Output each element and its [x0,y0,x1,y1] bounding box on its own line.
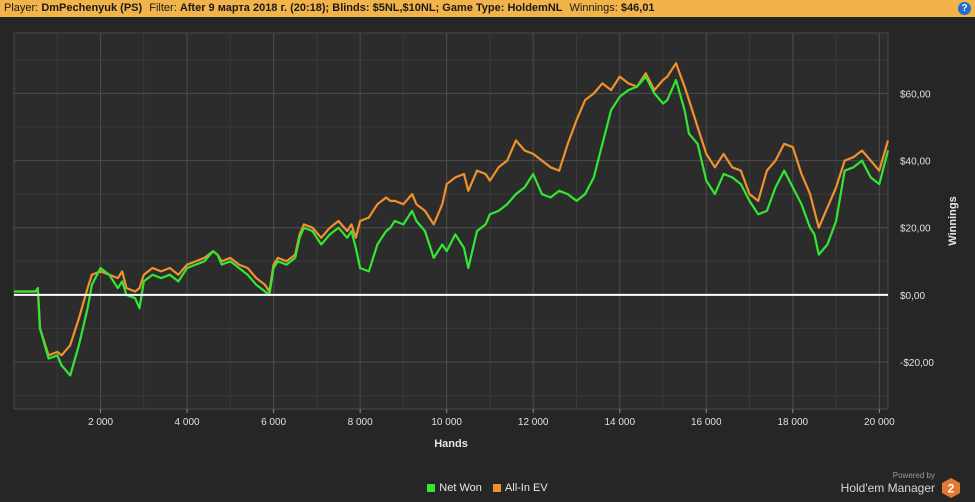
y-tick-label: -$20,00 [900,358,934,369]
filter-value: After 9 марта 2018 г. (20:18); Blinds: $… [179,2,563,14]
x-tick-label: 6 000 [261,417,286,428]
y-tick-label: $60,00 [900,89,931,100]
y-tick-label: $40,00 [900,157,931,168]
x-tick-label: 12 000 [518,417,549,428]
winnings-value: $46,01 [620,2,655,14]
player-label: Player: [4,2,39,14]
x-tick-label: 10 000 [431,417,462,428]
legend-swatch-all-in-ev [492,484,501,492]
filter-label: Filter: [149,2,177,14]
filter-bar: Player: DmPechenyuk (PS) Filter: After 9… [0,0,975,17]
x-tick-label: 16 000 [691,417,722,428]
x-tick-label: 20 000 [864,417,895,428]
x-tick-label: 2 000 [88,417,113,428]
logo-text: 2 [948,482,955,496]
x-axis-title: Hands [434,438,468,450]
winnings-chart: 2 000 4 000 6 000 8 000 10 000 12 000 14 000 16… [13,32,959,450]
brand-name: Hold'em Manager [840,481,935,495]
chart-legend: Net Won All-In EV [0,482,975,494]
legend-swatch-net-won [427,484,436,492]
legend-item-net-won[interactable]: Net Won [427,482,482,494]
legend-label-net-won: Net Won [439,482,482,494]
winnings-label: Winnings: [569,2,618,14]
x-tick-label: 8 000 [348,417,373,428]
x-tick-label: 4 000 [175,417,200,428]
hm2-logo-icon: 2 [942,478,960,498]
powered-by-text: Powered by [892,471,935,480]
y-tick-label: $0,00 [900,291,925,302]
legend-label-all-in-ev: All-In EV [504,482,548,494]
legend-item-all-in-ev[interactable]: All-In EV [492,482,548,494]
help-icon[interactable]: ? [958,2,971,15]
y-axis-title: Winnings [947,196,959,245]
y-tick-label: $20,00 [900,224,931,235]
player-value: DmPechenyuk (PS) [41,2,143,14]
x-tick-label: 14 000 [604,417,635,428]
x-tick-label: 18 000 [778,417,809,428]
plot-area [13,32,889,410]
